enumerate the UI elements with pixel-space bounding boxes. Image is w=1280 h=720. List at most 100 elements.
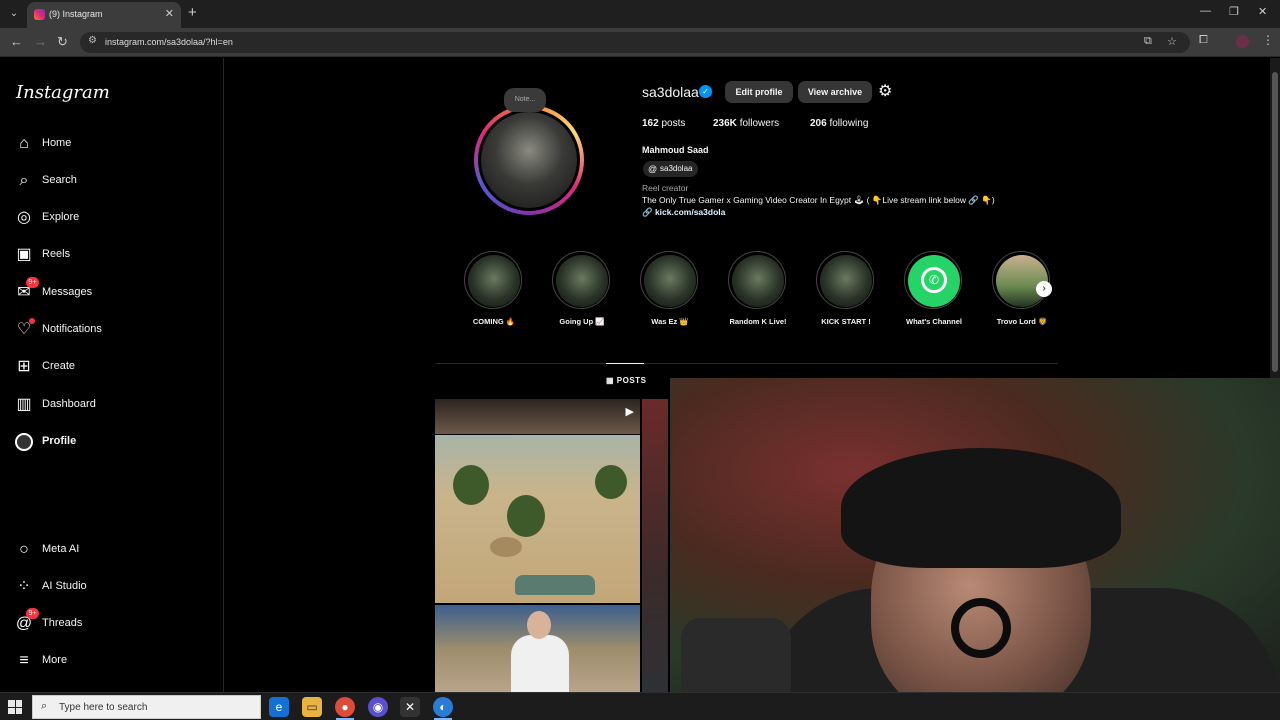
browser-menu-icon[interactable]: ⋮ xyxy=(1262,33,1274,47)
sidebar-item-label: AI Studio xyxy=(42,580,87,592)
sidebar-item-label: Profile xyxy=(42,435,77,447)
sidebar-item-dashboard[interactable]: ▥ Dashboard xyxy=(14,393,214,419)
highlight-item[interactable]: Going Up 📈 xyxy=(552,251,612,331)
reels-icon: ▣ xyxy=(16,246,32,263)
link-icon: 🔗 xyxy=(642,207,655,217)
chrome-icon[interactable]: ● xyxy=(335,697,355,717)
highlight-item[interactable]: ✆ What's Channel xyxy=(904,251,964,331)
highlight-ring xyxy=(464,251,522,309)
settings-gear-icon[interactable]: ⚙ xyxy=(878,81,892,101)
app-icon[interactable]: ◐ xyxy=(433,697,453,717)
tree-shape xyxy=(507,495,545,537)
highlight-item[interactable]: COMING 🔥 xyxy=(464,251,524,331)
sidebar-item-explore[interactable]: ◎ Explore xyxy=(14,206,214,232)
followers-count-label: followers xyxy=(739,118,780,129)
reload-icon[interactable]: ↻ xyxy=(57,34,68,50)
following-count-value: 206 xyxy=(810,118,827,129)
home-icon: ⌂ xyxy=(19,135,29,152)
highlight-ring xyxy=(552,251,610,309)
tab-close-icon[interactable]: ✕ xyxy=(165,7,174,20)
streamer-hair-shape xyxy=(841,448,1121,568)
profile-link-text[interactable]: kick.com/sa3dola xyxy=(655,207,725,217)
tab-search-dropdown-icon[interactable]: ⌄ xyxy=(5,5,23,23)
sidebar-item-messages[interactable]: ✉ 9+ Messages xyxy=(14,277,214,307)
forward-arrow-icon[interactable]: → xyxy=(34,34,47,49)
posts-count-label: posts xyxy=(661,118,686,129)
highlight-label: Trovo Lord 🦁 xyxy=(996,317,1048,326)
post-thumbnail[interactable]: ▶ xyxy=(435,399,640,434)
highlight-item[interactable]: Was Ez 👑 xyxy=(640,251,700,331)
taskbar-search-input[interactable]: ⌕ Type here to search xyxy=(32,695,261,719)
sidebar-item-label: Threads xyxy=(42,617,83,629)
browser-profile-avatar[interactable] xyxy=(1236,35,1249,48)
highlight-label: Random K Live! xyxy=(729,317,787,326)
sidebar-item-label: More xyxy=(42,654,68,666)
restore-icon[interactable]: ❐ xyxy=(1229,5,1239,18)
following-count[interactable]: 206 following xyxy=(810,118,868,129)
followers-count[interactable]: 236K followers xyxy=(713,118,779,129)
windows-start-icon[interactable] xyxy=(8,700,22,714)
file-explorer-icon[interactable]: ▭ xyxy=(302,697,322,717)
install-app-icon[interactable]: ⧉ xyxy=(1144,35,1152,48)
sidebar-item-home[interactable]: ⌂ Home xyxy=(14,132,214,158)
highlights-next-arrow-icon[interactable]: › xyxy=(1036,281,1052,297)
following-count-label: following xyxy=(829,118,869,129)
reel-icon: ▶ xyxy=(625,406,634,418)
sidebar-item-notifications[interactable]: ♡ Notifications xyxy=(14,318,214,344)
instagram-logo[interactable]: Instagram xyxy=(16,82,110,103)
sidebar-item-ai-studio[interactable]: ⁘ AI Studio xyxy=(14,575,214,601)
profile-picture-ring[interactable] xyxy=(474,105,584,215)
discord-icon[interactable]: ◉ xyxy=(368,697,388,717)
sidebar-item-profile[interactable]: Profile xyxy=(14,430,214,456)
window-close-icon[interactable]: ✕ xyxy=(1258,5,1267,18)
threads-handle-pill[interactable]: @ sa3dolaa xyxy=(643,161,699,177)
menu-icon: ≡ xyxy=(19,652,29,669)
taskbar-search-placeholder: Type here to search xyxy=(59,702,148,713)
highlight-cover xyxy=(732,255,784,307)
posts-count: 162 posts xyxy=(642,118,685,129)
highlight-ring xyxy=(640,251,698,309)
compass-icon: ◎ xyxy=(17,209,31,226)
tab-posts[interactable]: ▦ POSTS xyxy=(606,376,646,385)
tabs-divider xyxy=(435,363,1058,364)
url-field[interactable]: ⚙ instagram.com/sa3dolaa/?hl=en ⧉ ☆ xyxy=(80,32,1190,53)
search-icon: ⌕ xyxy=(19,172,29,189)
profile-bio: The Only True Gamer x Gaming Video Creat… xyxy=(642,195,995,205)
bookmark-star-icon[interactable]: ☆ xyxy=(1167,35,1177,48)
highlight-item[interactable]: Random K Live! xyxy=(728,251,788,331)
sidebar-item-more[interactable]: ≡ More xyxy=(14,649,214,675)
xbox-icon[interactable]: ✕ xyxy=(400,697,420,717)
post-thumbnail[interactable] xyxy=(435,605,640,692)
post-thumbnail[interactable] xyxy=(435,435,640,603)
car-shape xyxy=(515,575,595,595)
new-tab-icon[interactable]: + xyxy=(188,4,197,21)
url-text[interactable]: instagram.com/sa3dolaa/?hl=en xyxy=(105,37,233,47)
instagram-sidebar: Instagram ⌂ Home ⌕ Search ◎ Explore ▣ Re… xyxy=(0,58,224,692)
sidebar-item-reels[interactable]: ▣ Reels xyxy=(14,243,214,269)
profile-picture[interactable] xyxy=(478,109,580,211)
browser-tab-instagram[interactable]: (9) Instagram ✕ xyxy=(27,2,181,28)
sidebar-item-create[interactable]: ⊞ Create xyxy=(14,355,214,381)
view-archive-button[interactable]: View archive xyxy=(798,81,872,103)
note-bubble[interactable]: Note... xyxy=(504,88,546,112)
minimize-icon[interactable]: — xyxy=(1200,5,1211,17)
verified-badge-icon: ✓ xyxy=(699,85,712,98)
followers-count-value: 236K xyxy=(713,118,737,129)
highlight-item[interactable]: KICK START ! xyxy=(816,251,876,331)
profile-link[interactable]: 🔗 kick.com/sa3dola xyxy=(642,207,725,218)
back-arrow-icon[interactable]: ← xyxy=(10,34,23,49)
tab-posts-label: POSTS xyxy=(616,376,647,385)
sidebar-item-meta-ai[interactable]: ○ Meta AI xyxy=(14,538,214,564)
edit-profile-button[interactable]: Edit profile xyxy=(725,81,793,103)
highlight-cover xyxy=(820,255,872,307)
site-info-icon[interactable]: ⚙ xyxy=(88,35,97,46)
sidebar-item-search[interactable]: ⌕ Search xyxy=(14,169,214,195)
sidebar-item-threads[interactable]: @ 9+ Threads xyxy=(14,608,214,638)
extensions-icon[interactable]: ⧠ xyxy=(1199,34,1208,47)
sidebar-item-label: Home xyxy=(42,137,72,149)
tree-shape xyxy=(595,465,627,499)
edge-icon[interactable]: e xyxy=(269,697,289,717)
highlight-cover xyxy=(468,255,520,307)
scrollbar-thumb[interactable] xyxy=(1272,72,1278,372)
post-thumbnail[interactable] xyxy=(642,399,668,692)
